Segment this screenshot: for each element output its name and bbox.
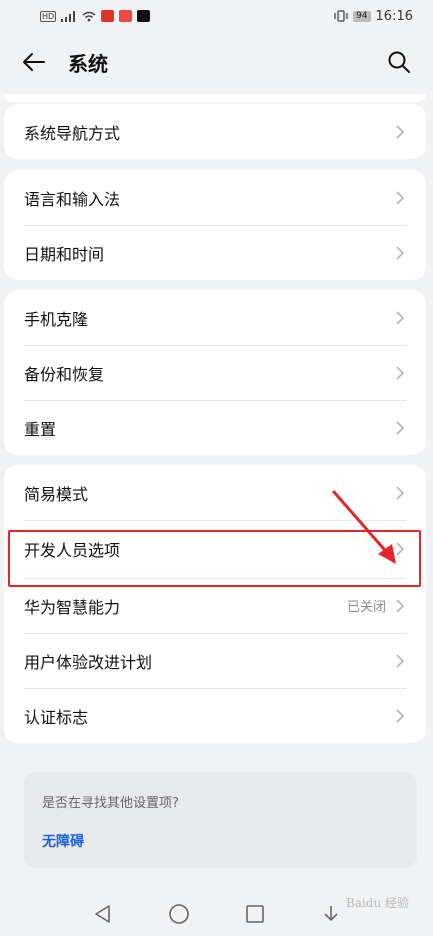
chevron-right-icon [394, 707, 406, 725]
chevron-right-icon [394, 244, 406, 262]
settings-item-reset[interactable]: 重置 [4, 400, 426, 455]
search-icon[interactable] [385, 48, 413, 76]
chevron-right-icon [394, 364, 406, 382]
status-right: 94 16:16 [334, 9, 413, 24]
accessibility-link[interactable]: 无障碍 [42, 831, 84, 851]
wifi-icon [82, 11, 96, 21]
annotation-arrow-icon [332, 490, 396, 564]
settings-item-label: 备份和恢复 [24, 364, 105, 384]
app-notification-icon [119, 10, 133, 22]
settings-item-language-input[interactable]: 语言和输入法 [4, 170, 426, 225]
settings-item-label: 认证标志 [24, 707, 89, 727]
page-title: 系统 [68, 51, 108, 76]
settings-item-user-experience[interactable]: 用户体验改进计划 [4, 633, 426, 688]
signal-icon [61, 10, 76, 22]
home-circle-icon[interactable] [165, 900, 193, 928]
battery-indicator: 94 [353, 10, 371, 22]
back-triangle-icon[interactable] [89, 900, 117, 928]
status-bar: HD 94 16:16 [0, 0, 433, 32]
settings-item-certification[interactable]: 认证标志 [4, 688, 426, 743]
settings-item-label: 系统导航方式 [24, 123, 121, 143]
previous-card-edge [4, 94, 426, 102]
suggestion-title: 是否在寻找其他设置项? [42, 796, 179, 811]
app-bar: 系统 [0, 32, 433, 92]
settings-item-system-navigation[interactable]: 系统导航方式 [4, 104, 426, 159]
recents-square-icon[interactable] [241, 900, 269, 928]
chevron-right-icon [394, 309, 406, 327]
settings-card-navigation: 系统导航方式 [4, 104, 426, 159]
settings-item-date-time[interactable]: 日期和时间 [4, 225, 426, 280]
settings-item-label: 语言和输入法 [24, 189, 121, 209]
settings-item-huawei-smart[interactable]: 华为智慧能力 已关闭 [4, 578, 426, 633]
settings-item-label: 用户体验改进计划 [24, 652, 153, 672]
settings-item-label: 重置 [24, 419, 57, 439]
settings-card-backup: 手机克隆 备份和恢复 重置 [4, 290, 426, 455]
settings-item-label: 手机克隆 [24, 309, 89, 329]
settings-item-phone-clone[interactable]: 手机克隆 [4, 290, 426, 345]
vibrate-icon [334, 10, 348, 22]
chevron-right-icon [394, 189, 406, 207]
suggestion-card: 是否在寻找其他设置项? 无障碍 [24, 772, 417, 868]
chevron-right-icon [394, 652, 406, 670]
app-notification-icon [101, 10, 115, 22]
back-arrow-icon[interactable] [20, 48, 48, 76]
chevron-right-icon [394, 597, 406, 615]
watermark: Baidu 经验 [345, 896, 409, 910]
clock: 16:16 [375, 8, 413, 24]
settings-item-status: 已关闭 [346, 600, 386, 615]
chevron-right-icon [394, 419, 406, 437]
settings-card-language-time: 语言和输入法 日期和时间 [4, 170, 426, 280]
network-badge: HD [40, 10, 57, 22]
download-arrow-icon[interactable] [317, 900, 345, 928]
settings-item-label: 华为智慧能力 [24, 597, 121, 617]
tiktok-icon [137, 10, 151, 22]
chevron-right-icon [394, 123, 406, 141]
status-left: HD [40, 10, 151, 22]
settings-item-backup-restore[interactable]: 备份和恢复 [4, 345, 426, 400]
settings-item-label: 日期和时间 [24, 244, 105, 264]
